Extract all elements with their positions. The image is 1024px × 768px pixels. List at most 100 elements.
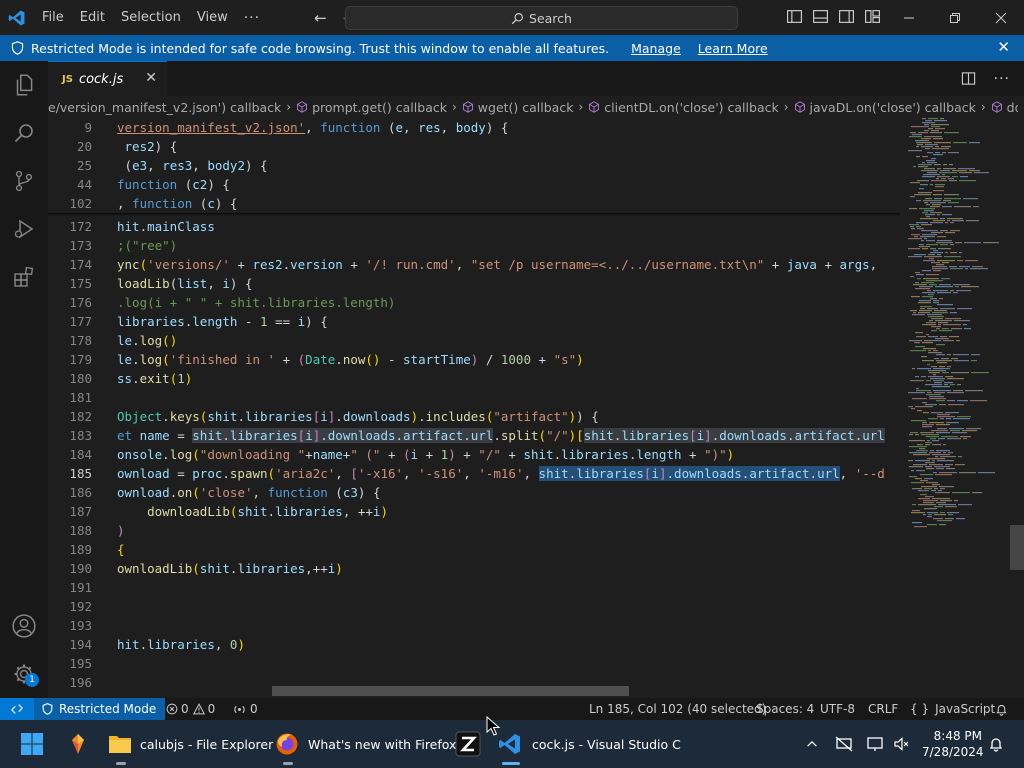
vertical-scrollbar[interactable] [1010, 525, 1024, 570]
sticky-scroll-line[interactable]: 102, function (c) { [48, 194, 900, 213]
volume-muted-icon[interactable] [893, 720, 909, 768]
copilot-app-icon[interactable] [66, 720, 90, 768]
source-control-icon[interactable] [0, 157, 48, 205]
code-line[interactable]: 184 onsole.log("downloading "+name+" (" +… [48, 445, 900, 464]
cursor-position-status[interactable]: Ln 185, Col 102 (40 selected) [589, 698, 766, 720]
code-line[interactable]: 177 libraries.length - 1 == i) { [48, 312, 900, 331]
javascript-file-icon: JS [62, 73, 73, 85]
code-line[interactable]: 183 et name = shit.libraries[i].downloads… [48, 426, 900, 445]
show-hidden-icons-chevron-icon[interactable] [805, 720, 819, 768]
code-editor[interactable]: 9 version_manifest_v2.json', function (e,… [48, 118, 900, 698]
code-text: , function (c) { [117, 196, 238, 211]
taskbar-firefox[interactable]: What's new with Firefox [275, 720, 456, 768]
sticky-scroll-line[interactable]: 20 res2) { [48, 137, 900, 156]
method-cube-icon [794, 101, 806, 113]
network-disconnected-icon[interactable] [835, 720, 853, 768]
code-line[interactable]: 195 [48, 654, 900, 673]
horizontal-scrollbar[interactable] [272, 686, 629, 696]
code-text: ;("ree") [117, 238, 178, 253]
minimize-window-button[interactable] [886, 0, 932, 35]
remote-indicator-icon[interactable] [0, 698, 34, 720]
menu-edit[interactable]: Edit [72, 0, 113, 35]
indentation-status[interactable]: Spaces: 4 [756, 698, 814, 720]
code-line[interactable]: 189{ [48, 540, 900, 559]
code-line[interactable]: 194 hit.libraries, 0) [48, 635, 900, 654]
command-search-box[interactable]: Search [345, 6, 738, 30]
sticky-scroll-line[interactable]: 9 version_manifest_v2.json', function (e,… [48, 118, 900, 137]
breadcrumb-item[interactable]: wget() callback [462, 100, 573, 115]
split-editor-icon[interactable] [961, 71, 976, 86]
language-mode-status[interactable]: { } JavaScript [910, 698, 995, 720]
code-line[interactable]: 192 [48, 597, 900, 616]
menu-more-button[interactable]: ··· [236, 10, 268, 26]
taskbar-zed-app[interactable] [455, 720, 481, 768]
sticky-scroll-line[interactable]: 25 (e3, res3, body2) { [48, 156, 900, 175]
taskbar-vscode[interactable]: cock.js - Visual Studio C [498, 720, 681, 768]
code-line[interactable]: 186 ownload.on('close', function (c3) { [48, 483, 900, 502]
manage-link[interactable]: Manage [631, 41, 681, 56]
code-line-current[interactable]: 185 ownload = proc.spawn('aria2c', ['-x16… [48, 464, 900, 483]
code-line[interactable]: 181 [48, 388, 900, 407]
breadcrumb-item[interactable]: prompt.get() callback [296, 100, 447, 115]
editor-actions: ··· [961, 71, 1010, 87]
vscode-label: cock.js - Visual Studio C [532, 736, 681, 752]
close-window-button[interactable] [978, 0, 1024, 35]
tab-close-icon[interactable]: ✕ [145, 70, 157, 86]
code-line[interactable]: 173 ;("ree") [48, 236, 900, 255]
sticky-scroll-line[interactable]: 44 function (c2) { [48, 175, 900, 194]
restore-icon [950, 12, 960, 23]
code-line[interactable]: 172 hit.mainClass [48, 217, 900, 236]
firefox-label: What's new with Firefox [308, 736, 457, 752]
search-icon[interactable] [0, 109, 48, 157]
taskbar-file-explorer[interactable]: calubjs - File Explorer [108, 720, 273, 768]
code-line[interactable]: 178 le.log() [48, 331, 900, 350]
notifications-bell-icon[interactable] [995, 698, 1008, 720]
run-and-debug-icon[interactable] [0, 205, 48, 253]
more-actions-icon[interactable]: ··· [994, 71, 1010, 87]
menu-selection[interactable]: Selection [113, 0, 189, 35]
code-line[interactable]: 191 [48, 578, 900, 597]
system-clock[interactable]: 8:48 PM 7/28/2024 [922, 728, 984, 760]
breadcrumb-item[interactable]: downloadLib [991, 100, 1018, 115]
code-line[interactable]: 190 ownloadLib(shit.libraries,++i) [48, 559, 900, 578]
encoding-status[interactable]: UTF-8 [820, 698, 855, 720]
extensions-icon[interactable] [0, 253, 48, 301]
code-line[interactable]: 180 ss.exit(1) [48, 369, 900, 388]
code-line[interactable]: 179 le.log('finished in ' + (Date.now() -… [48, 350, 900, 369]
eol-status[interactable]: CRLF [868, 698, 898, 720]
learn-more-link[interactable]: Learn More [698, 41, 768, 56]
start-button[interactable] [20, 720, 44, 768]
manage-gear-icon[interactable]: 1 [0, 650, 48, 698]
notification-center-bell-icon[interactable] [988, 720, 1004, 768]
code-line[interactable]: 182 Object.keys(shit.libraries[i].downloa… [48, 407, 900, 426]
breadcrumb-item[interactable]: javaDL.on('close') callback [794, 100, 976, 115]
restricted-mode-status[interactable]: Restricted Mode [34, 698, 166, 720]
sticky-scroll-shadow [48, 213, 900, 216]
breadcrumb-item[interactable]: e/version_manifest_v2.json') callback [48, 100, 281, 115]
code-line[interactable]: 175 loadLib(list, i) { [48, 274, 900, 293]
display-icon[interactable] [866, 720, 884, 768]
explorer-icon[interactable] [0, 61, 48, 109]
breadcrumb-item[interactable]: clientDL.on('close') callback [588, 100, 779, 115]
toggle-primary-sidebar-icon[interactable] [786, 8, 803, 25]
restricted-mode-banner: Restricted Mode is intended for safe cod… [0, 35, 1024, 61]
minimap[interactable] [900, 118, 1024, 698]
code-line[interactable]: 174 ync('versions/' + res2.version + '/! … [48, 255, 900, 274]
customize-layout-icon[interactable] [864, 8, 881, 25]
code-line[interactable]: 176 .log(i + " " + shit.libraries.length) [48, 293, 900, 312]
code-line[interactable]: 187 downloadLib(shit.libraries, ++i) [48, 502, 900, 521]
accounts-icon[interactable] [0, 602, 48, 650]
toggle-panel-icon[interactable] [812, 8, 829, 25]
ports-status[interactable]: 0 [233, 698, 258, 720]
code-line[interactable]: 193 [48, 616, 900, 635]
shield-icon [11, 41, 24, 55]
banner-close-icon[interactable]: ✕ [997, 38, 1010, 56]
code-line[interactable]: 188) [48, 521, 900, 540]
back-arrow-icon[interactable]: ← [306, 9, 335, 27]
menu-view[interactable]: View [189, 0, 236, 35]
tab-cock-js[interactable]: JS cock.js ✕ [48, 61, 167, 96]
menu-file[interactable]: File [34, 0, 72, 35]
restore-window-button[interactable] [932, 0, 978, 35]
toggle-secondary-sidebar-icon[interactable] [838, 8, 855, 25]
problems-status[interactable]: 0 0 [166, 698, 215, 720]
